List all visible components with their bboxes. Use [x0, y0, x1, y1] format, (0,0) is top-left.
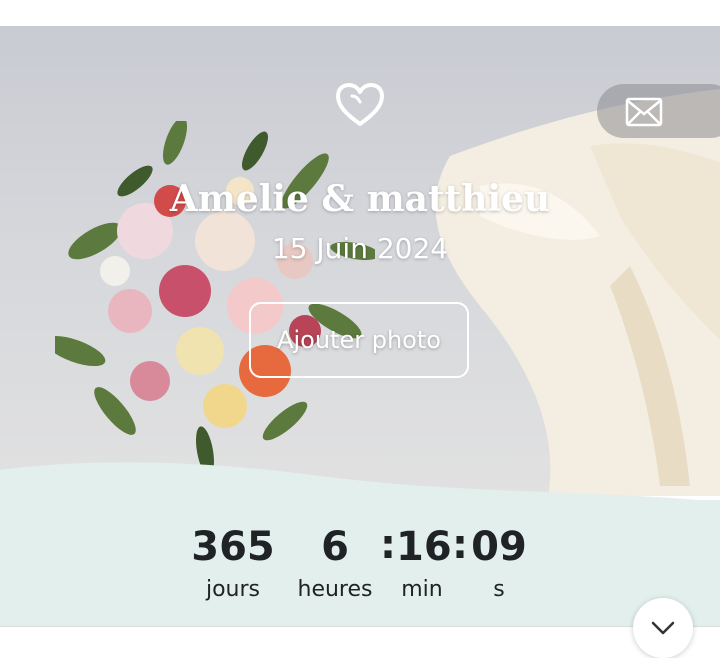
couple-names-title: Amelie & matthieu — [169, 178, 551, 220]
mail-icon — [625, 97, 663, 127]
countdown-seconds-value: 09 — [471, 524, 527, 570]
add-photo-button[interactable]: Ajouter photo — [249, 302, 469, 378]
top-bar — [0, 0, 720, 26]
mail-button[interactable] — [597, 84, 720, 138]
heart-icon — [336, 83, 384, 126]
countdown-hours-label: heures — [297, 577, 373, 602]
chevron-down-icon — [651, 621, 675, 635]
countdown-seconds-label: s — [493, 577, 505, 602]
wedding-date: 15 Juin 2024 — [271, 232, 449, 265]
countdown-separator: : — [452, 522, 468, 568]
hero-banner: Amelie & matthieu 15 Juin 2024 Ajouter p… — [0, 26, 720, 496]
countdown-minutes-label: min — [401, 577, 443, 602]
countdown-minutes-value: 16 — [396, 524, 452, 570]
countdown-days-value: 365 — [191, 524, 275, 570]
scroll-down-button[interactable] — [633, 598, 693, 658]
countdown-hours-value: 6 — [321, 524, 349, 570]
countdown-separator: : — [380, 522, 396, 568]
bouquet-image — [55, 121, 375, 476]
countdown-days-label: jours — [205, 577, 261, 602]
add-photo-label: Ajouter photo — [277, 326, 441, 354]
